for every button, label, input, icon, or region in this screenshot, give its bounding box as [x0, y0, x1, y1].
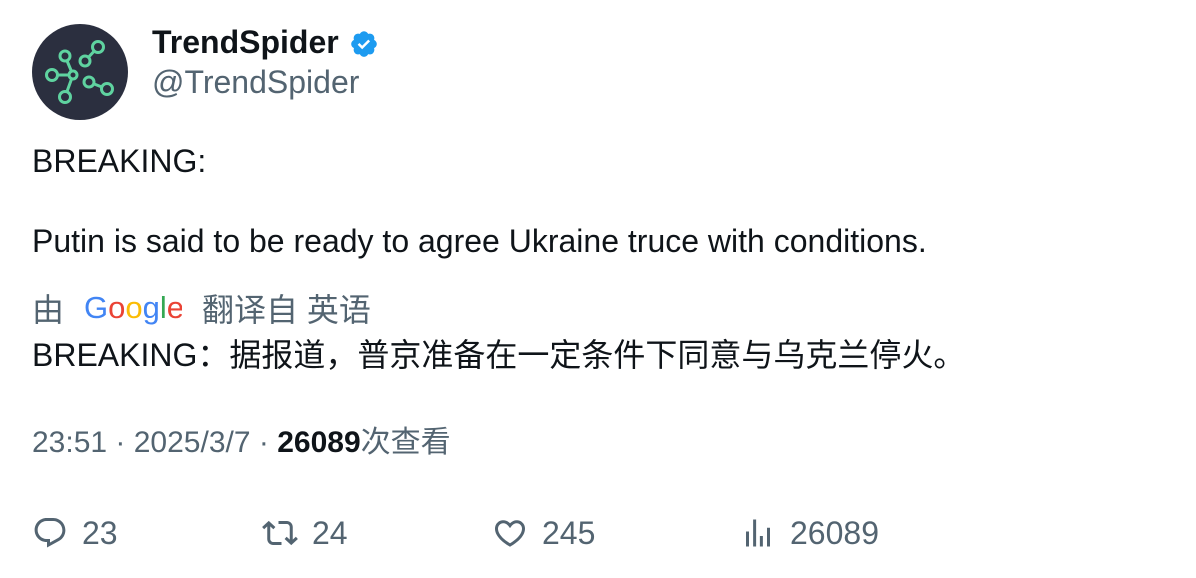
author-handle[interactable]: @TrendSpider [152, 62, 359, 102]
analytics-bar-icon [746, 519, 770, 547]
views-suffix: 次查看 [360, 426, 451, 459]
verified-badge-icon[interactable] [349, 29, 379, 59]
views-action-count: 26089 [790, 514, 879, 551]
views-button[interactable]: 26089 [740, 510, 879, 556]
translated-text: BREAKING：据报道，普京准备在一定条件下同意与乌克兰停火。 [32, 337, 966, 373]
reply-count: 23 [82, 514, 118, 551]
like-button[interactable]: 245 [492, 510, 595, 556]
translation-by-label: 由 [32, 292, 65, 328]
node-graph-logo-icon [45, 40, 114, 104]
heart-icon [494, 520, 526, 547]
author-display-name[interactable]: TrendSpider [152, 22, 339, 62]
reply-icon [34, 518, 66, 548]
views-count: 26089 [277, 426, 361, 459]
google-logo-icon: Google [84, 290, 182, 325]
retweet-button[interactable]: 24 [262, 510, 348, 556]
tweet-meta: 23:51 · 2025/3/7 · 26089次查看 [32, 423, 451, 463]
translation-attribution[interactable]: 由 Google 翻译自 英语 [32, 286, 371, 330]
like-count: 245 [542, 514, 596, 551]
meta-separator: · [250, 426, 278, 459]
reply-button[interactable]: 23 [32, 510, 118, 556]
retweet-count: 24 [312, 514, 348, 551]
tweet-time[interactable]: 23:51 [32, 426, 107, 459]
tweet-text-line-1: BREAKING: [32, 143, 207, 179]
retweet-icon [262, 520, 298, 546]
author-name-row: TrendSpider [152, 22, 379, 62]
tweet-date[interactable]: 2025/3/7 [134, 426, 251, 459]
meta-separator: · [107, 426, 134, 459]
tweet-text-line-2: Putin is said to be ready to agree Ukrai… [32, 223, 927, 259]
avatar[interactable] [32, 24, 128, 120]
svg-text:Google: Google [84, 290, 182, 325]
action-bar: 23 24 245 26089 [0, 510, 1196, 556]
translation-source-label: 翻译自 英语 [202, 292, 371, 328]
